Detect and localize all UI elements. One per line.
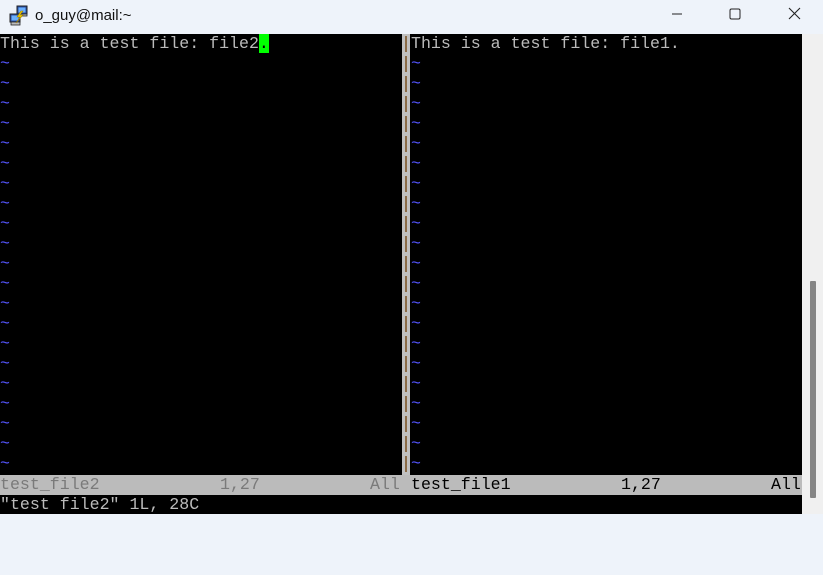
empty-line-tilde: ~	[411, 314, 421, 333]
empty-line-tilde: ~	[411, 214, 421, 233]
divider-char	[405, 196, 407, 212]
empty-line-tilde: ~	[0, 54, 10, 73]
divider-char	[405, 176, 407, 192]
divider-char	[405, 156, 407, 172]
empty-line-tilde: ~	[411, 134, 421, 153]
empty-line-tilde: ~	[0, 154, 10, 173]
status-scroll: All	[771, 475, 801, 494]
putty-icon[interactable]	[8, 5, 30, 27]
empty-line-tilde: ~	[411, 374, 421, 393]
divider-char	[405, 96, 407, 112]
divider-char	[405, 116, 407, 132]
empty-line-tilde: ~	[0, 354, 10, 373]
divider-char	[405, 436, 407, 452]
divider-char	[405, 76, 407, 92]
empty-line-tilde: ~	[0, 234, 10, 253]
divider-char	[405, 56, 407, 72]
status-position: 1,27	[220, 475, 260, 494]
divider-char	[405, 376, 407, 392]
empty-line-tilde: ~	[0, 274, 10, 293]
divider-char	[405, 356, 407, 372]
divider-char	[405, 256, 407, 272]
empty-line-tilde: ~	[411, 254, 421, 273]
empty-line-tilde: ~	[0, 434, 10, 453]
scrollbar-thumb[interactable]	[810, 281, 816, 498]
divider-char	[405, 276, 407, 292]
close-icon	[788, 7, 801, 25]
minimize-icon	[671, 7, 683, 25]
divider-char	[405, 396, 407, 412]
line-text: This is a test file: file2	[0, 34, 259, 53]
divider-char	[405, 216, 407, 232]
empty-line-tilde: ~	[411, 54, 421, 73]
empty-line-tilde: ~	[0, 74, 10, 93]
empty-line-tilde: ~	[0, 194, 10, 213]
empty-line-tilde: ~	[0, 214, 10, 233]
close-button[interactable]	[765, 0, 823, 32]
empty-line-tilde: ~	[411, 174, 421, 193]
divider-char	[405, 296, 407, 312]
empty-line-tilde: ~	[411, 94, 421, 113]
empty-line-tilde: ~	[411, 454, 421, 473]
empty-line-tilde: ~	[0, 134, 10, 153]
status-scroll: All	[370, 475, 400, 494]
title-bar: o_guy@mail:~	[0, 0, 823, 34]
divider-char	[405, 136, 407, 152]
empty-line-tilde: ~	[411, 194, 421, 213]
text-line: This is a test file: file2.	[0, 34, 401, 54]
divider-char	[405, 236, 407, 252]
text-cursor: .	[258, 34, 269, 53]
right-editor-pane[interactable]: This is a test file: file1. ~ ~ ~ ~ ~ ~ ~ ~ ~ ~ ~ ~…	[411, 34, 802, 474]
empty-line-tilde: ~	[411, 434, 421, 453]
empty-line-tilde: ~	[0, 174, 10, 193]
empty-line-tilde: ~	[411, 74, 421, 93]
divider-char	[405, 36, 407, 52]
minimize-button[interactable]	[648, 0, 706, 32]
window-title: o_guy@mail:~	[35, 7, 132, 24]
empty-line-tilde: ~	[411, 334, 421, 353]
maximize-button[interactable]	[706, 0, 764, 32]
empty-line-tilde: ~	[0, 454, 10, 473]
empty-line-tilde: ~	[411, 354, 421, 373]
status-position: 1,27	[621, 475, 661, 494]
text-line: This is a test file: file1.	[411, 34, 680, 53]
empty-line-tilde: ~	[411, 234, 421, 253]
empty-line-tilde: ~	[0, 394, 10, 413]
empty-line-tilde: ~	[0, 114, 10, 133]
empty-line-tilde: ~	[411, 274, 421, 293]
right-status-line: test_file1 1,27 All	[410, 475, 802, 495]
divider-char	[405, 416, 407, 432]
status-filename: test_file2	[0, 475, 100, 494]
divider-char	[405, 336, 407, 352]
vertical-scrollbar[interactable]	[802, 34, 823, 514]
divider-char	[405, 456, 407, 472]
divider-char	[405, 316, 407, 332]
empty-line-tilde: ~	[411, 414, 421, 433]
maximize-icon	[729, 7, 741, 25]
left-status-line: test_file2 1,27 All	[0, 475, 410, 495]
vertical-split-divider[interactable]	[402, 34, 410, 475]
empty-line-tilde: ~	[0, 414, 10, 433]
empty-line-tilde: ~	[0, 374, 10, 393]
empty-line-tilde: ~	[411, 394, 421, 413]
terminal[interactable]: This is a test file: file2. ~ ~ ~ ~ ~ ~ ~ ~ ~ ~ ~ ~…	[0, 34, 802, 514]
left-editor-pane[interactable]: This is a test file: file2. ~ ~ ~ ~ ~ ~ ~ ~ ~ ~ ~ ~…	[0, 34, 401, 474]
empty-line-tilde: ~	[0, 94, 10, 113]
empty-line-tilde: ~	[0, 314, 10, 333]
empty-line-tilde: ~	[0, 254, 10, 273]
status-filename: test_file1	[411, 475, 511, 494]
command-message-line: "test file2" 1L, 28C	[0, 495, 200, 514]
empty-line-tilde: ~	[0, 334, 10, 353]
empty-line-tilde: ~	[411, 294, 421, 313]
empty-line-tilde: ~	[411, 154, 421, 173]
empty-line-tilde: ~	[411, 114, 421, 133]
empty-line-tilde: ~	[0, 294, 10, 313]
